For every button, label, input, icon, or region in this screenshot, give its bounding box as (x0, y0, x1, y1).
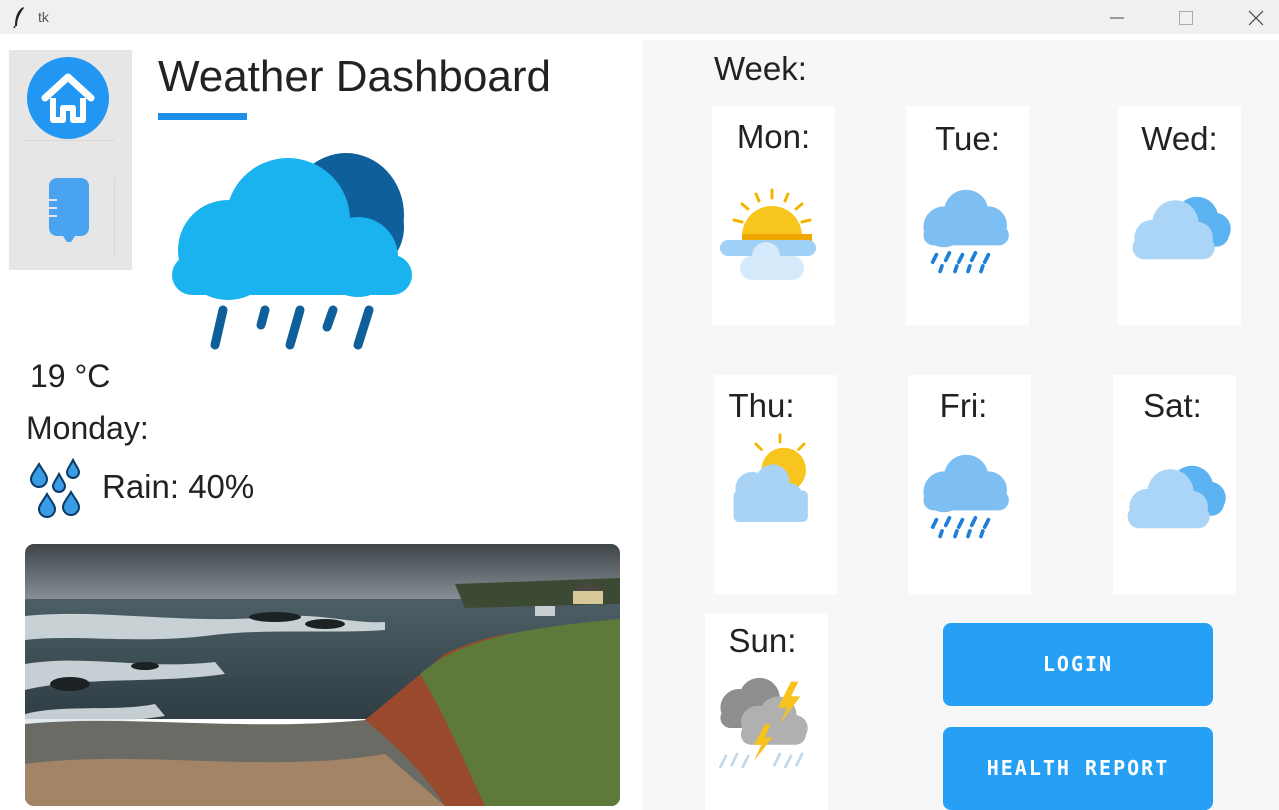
cloudy-icon (1127, 465, 1226, 529)
close-button[interactable] (1232, 0, 1278, 34)
forecast-day-label: Tue: (935, 120, 1000, 157)
forecast-day-label: Fri: (939, 387, 988, 424)
sun-behind-cloud-icon (720, 188, 816, 280)
feather-icon (13, 7, 24, 28)
rain-chance: Rain: 40% (102, 468, 255, 505)
window-titlebar: tk (0, 0, 1279, 34)
close-icon (1248, 10, 1264, 26)
forecast-day-label: Thu: (728, 387, 795, 424)
forecast-card-fri[interactable]: Fri: (908, 375, 1031, 594)
forecast-day-label: Mon: (736, 118, 811, 155)
sidebar-divider-vertical (114, 178, 115, 258)
temperature: 19 °C (30, 358, 111, 394)
minimize-icon (1110, 17, 1124, 19)
sidebar-divider (23, 140, 115, 141)
week-label: Week: (714, 50, 807, 87)
title-underline (158, 113, 247, 120)
forecast-card-wed[interactable]: Wed: (1118, 106, 1241, 325)
forecast-card-sat[interactable]: Sat: (1113, 375, 1236, 594)
cloudy-icon (1132, 196, 1231, 260)
forecast-day-label: Sun: (728, 622, 797, 659)
maximize-button[interactable] (1162, 0, 1208, 34)
forecast-day-label: Sat: (1143, 387, 1202, 424)
health-report-sidebar-button[interactable] (47, 178, 91, 248)
water-drops-icon (29, 458, 81, 518)
current-weather-panel: Weather Dashboard 19 °C Monday: Rain: 40… (0, 40, 643, 810)
forecast-card-tue[interactable]: Tue: (906, 106, 1029, 325)
page-title: Weather Dashboard (158, 52, 551, 101)
forecast-card-mon[interactable]: Mon: (712, 106, 835, 325)
maximize-icon (1179, 11, 1193, 25)
login-button[interactable]: LOGIN (943, 623, 1213, 706)
weekly-forecast-panel: Week: Mon: Tue: Wed: Thu: Fri: Sat: Sun:… (643, 40, 1279, 810)
rain-cloud-icon (923, 189, 1009, 274)
home-icon (27, 57, 109, 139)
minimize-button[interactable] (1093, 0, 1139, 34)
rainy-coast-photo (25, 544, 620, 806)
home-button[interactable] (27, 56, 109, 140)
forecast-card-sun[interactable]: Sun: (705, 614, 828, 810)
forecast-day-label: Wed: (1141, 120, 1218, 157)
sidebar (9, 50, 132, 270)
day-label: Monday: (26, 410, 149, 446)
thunderstorm-icon (719, 677, 808, 769)
partly-sunny-icon (733, 433, 808, 522)
rain-cloud-icon (923, 454, 1009, 539)
health-report-icon (49, 178, 89, 242)
window-title: tk (38, 9, 49, 25)
rain-cloud-icon (172, 153, 412, 350)
forecast-card-thu[interactable]: Thu: (714, 375, 837, 594)
health-report-button[interactable]: HEALTH REPORT (943, 727, 1213, 810)
